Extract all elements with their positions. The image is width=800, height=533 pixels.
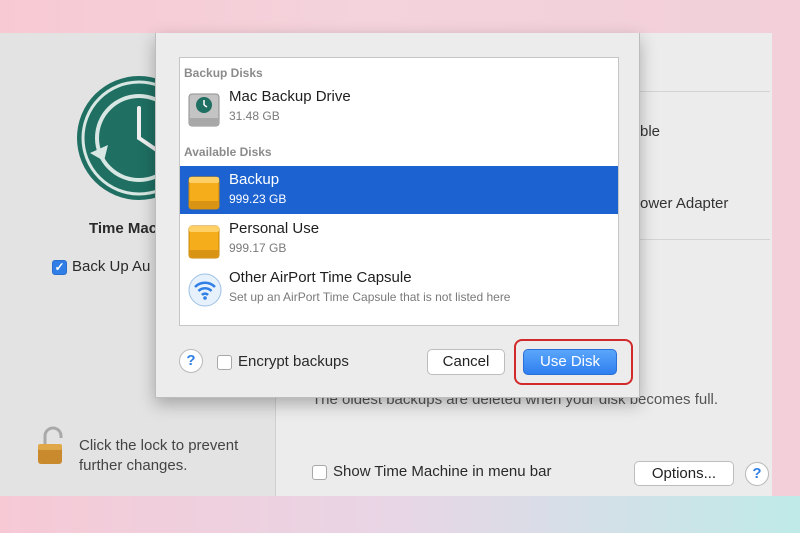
encrypt-backups-option[interactable]: Encrypt backups [217,353,349,370]
cancel-button[interactable]: Cancel [427,349,505,375]
status-text-fragment: ble [640,123,661,140]
show-in-menu-bar-checkbox[interactable] [312,464,327,480]
show-in-menu-bar-option[interactable]: Show Time Machine in menu bar [312,463,551,480]
disk-size: 999.17 GB [229,241,287,255]
disk-size: 999.23 GB [229,192,287,206]
external-disk-icon [188,225,220,259]
lock-hint-text: Click the lock to prevent further change… [79,437,239,474]
backup-disks-header: Backup Disks [184,66,263,80]
encrypt-backups-label: Encrypt backups [238,353,349,370]
disk-row[interactable]: Mac Backup Drive 31.48 GB [180,83,618,131]
back-up-automatically-option[interactable]: ✓ Back Up Au [52,258,150,275]
disk-name: Personal Use [229,220,320,237]
disk-row[interactable]: Backup 999.23 GB [180,166,618,214]
disk-row[interactable]: Personal Use 999.17 GB [180,215,618,263]
show-in-menu-bar-label: Show Time Machine in menu bar [333,463,552,480]
encrypt-backups-checkbox[interactable] [217,354,232,370]
background-band [0,496,800,533]
disk-list: Backup Disks Mac Backup Drive 31.48 GB A… [179,57,619,326]
disk-description: Set up an AirPort Time Capsule that is n… [229,290,511,304]
disk-name: Other AirPort Time Capsule [229,269,412,286]
options-button[interactable]: Options... [634,461,734,486]
disk-name: Backup [229,171,280,188]
back-up-automatically-label: Back Up Au [72,258,151,275]
external-disk-icon [188,176,220,210]
power-adapter-text-fragment: ower Adapter [640,195,729,212]
time-machine-title: Time Mac [89,220,158,237]
back-up-automatically-checkbox[interactable]: ✓ [52,259,67,275]
lock-icon[interactable] [36,426,66,466]
help-button[interactable]: ? [179,349,203,373]
disk-row[interactable]: Other AirPort Time Capsule Set up an Air… [180,264,618,312]
time-machine-disk-icon [188,93,220,127]
airport-wifi-icon [188,273,222,307]
disk-size: 31.48 GB [229,109,280,123]
help-button[interactable]: ? [745,462,769,486]
available-disks-header: Available Disks [184,145,272,159]
use-disk-highlight-ring [514,339,633,385]
disk-name: Mac Backup Drive [229,88,351,105]
